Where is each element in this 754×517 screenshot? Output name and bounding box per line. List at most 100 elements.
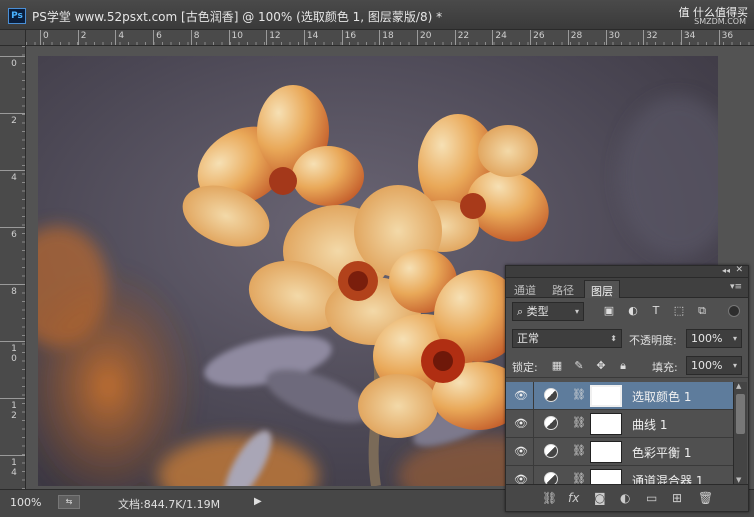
delete-layer-icon[interactable]: 🗑︎ — [698, 491, 713, 505]
layers-panel: ◂◂ ✕ 通道 路径 图层 ▾≡ ⌕ 类型 ▾ ▣ ◐ T ⬚ ⧉ 正常 ⬍ 不… — [505, 265, 749, 512]
layer-name[interactable]: 选取颜色 1 — [632, 388, 691, 405]
chevron-down-icon: ▾ — [732, 334, 737, 343]
ruler-major-tick — [492, 30, 494, 45]
lock-move-icon[interactable]: ✥ — [594, 359, 608, 373]
ruler-label: 8 — [193, 31, 200, 41]
status-menu-arrow-icon[interactable]: ▶ — [254, 496, 262, 507]
type-filter-icon[interactable]: T — [649, 304, 663, 318]
layer-name[interactable]: 色彩平衡 1 — [632, 444, 691, 461]
layer-row-color-balance[interactable]: 👁︎ ⛓︎ 色彩平衡 1 — [506, 438, 734, 466]
adjustment-filter-icon[interactable]: ◐ — [626, 304, 640, 318]
ruler-major-tick — [228, 30, 230, 45]
scroll-down-icon[interactable]: ▼ — [736, 476, 741, 484]
ruler-major-tick — [718, 30, 720, 45]
watermark-url: SMZDM.COM — [694, 17, 746, 26]
ruler-label: 22 — [457, 31, 470, 41]
opacity-value: 100% — [691, 332, 723, 345]
adjustment-layer-icon — [544, 416, 558, 430]
ruler-major-tick — [0, 170, 25, 171]
ruler-major-tick — [643, 30, 645, 45]
new-layer-icon[interactable]: ⊞ — [672, 491, 682, 505]
panel-menu-icon[interactable]: ▾≡ — [730, 282, 742, 292]
opacity-field[interactable]: 100% ▾ — [686, 329, 742, 348]
ruler-major-tick — [0, 56, 25, 57]
lock-transparency-icon[interactable]: ▦ — [550, 359, 564, 373]
blend-row: 正常 ⬍ 不透明度: 100% ▾ — [506, 327, 748, 351]
fill-field[interactable]: 100% ▾ — [686, 356, 742, 375]
tab-layers[interactable]: 图层 — [584, 280, 620, 298]
ruler-major-tick — [0, 113, 25, 114]
tab-paths[interactable]: 路径 — [546, 280, 580, 298]
search-icon: ⌕ — [517, 305, 527, 318]
blend-mode-select[interactable]: 正常 ⬍ — [512, 329, 622, 348]
ruler-label: 20 — [420, 31, 432, 41]
ruler-major-tick — [0, 398, 25, 399]
ruler-label: 34 — [683, 31, 696, 41]
eye-icon[interactable]: 👁︎ — [514, 417, 528, 430]
layer-row-selective-color[interactable]: 👁︎ ⛓︎ 选取颜色 1 — [506, 382, 734, 410]
chevron-down-icon: ▾ — [732, 361, 737, 370]
ruler-label: 10 — [231, 31, 243, 41]
layer-mask-thumbnail[interactable] — [590, 413, 622, 435]
link-chain-icon[interactable]: ⛓︎ — [572, 444, 586, 457]
link-chain-icon[interactable]: ⛓︎ — [572, 388, 586, 401]
ruler-label: 36 — [721, 31, 734, 41]
ruler-origin[interactable] — [0, 30, 26, 46]
ruler-label: 4 — [118, 31, 125, 41]
ruler-label: 16 — [344, 31, 357, 41]
document-size: 文档:844.7K/1.19M — [118, 498, 221, 511]
ruler-label: 10 — [11, 344, 17, 364]
layer-mask-thumbnail[interactable] — [590, 441, 622, 463]
fill-value: 100% — [691, 359, 723, 372]
new-adjustment-icon[interactable]: ◐ — [620, 491, 630, 505]
filter-kind-select[interactable]: ⌕ 类型 ▾ — [512, 302, 584, 321]
document-tab-title[interactable]: PS学堂 www.52psxt.com [古色润香] @ 100% (选取颜色 … — [32, 8, 442, 25]
layer-style-fx-icon[interactable]: fx — [568, 491, 579, 505]
link-layers-icon[interactable]: ⛓︎ — [542, 491, 557, 505]
zoom-level[interactable]: 100% — [10, 496, 41, 509]
layer-name[interactable]: 曲线 1 — [632, 416, 667, 433]
pixel-filter-icon[interactable]: ▣ — [602, 304, 616, 318]
status-preview-icon[interactable]: ⇆ — [58, 495, 80, 509]
title-bar: Ps PS学堂 www.52psxt.com [古色润香] @ 100% (选取… — [0, 0, 754, 30]
layer-row-curves[interactable]: 👁︎ ⛓︎ 曲线 1 — [506, 410, 734, 438]
blend-mode-value: 正常 — [517, 332, 539, 345]
filter-toggle-switch[interactable] — [728, 305, 740, 317]
layer-filter-row: ⌕ 类型 ▾ ▣ ◐ T ⬚ ⧉ — [506, 299, 748, 325]
ruler-major-tick — [153, 30, 155, 45]
ruler-major-tick — [77, 30, 79, 45]
ruler-label: 18 — [382, 31, 394, 41]
eye-icon[interactable]: 👁︎ — [514, 445, 528, 458]
ruler-major-tick — [0, 227, 25, 228]
layers-panel-footer: ⛓︎ fx ◙ ◐ ▭ ⊞ 🗑︎ — [506, 484, 748, 511]
shape-filter-icon[interactable]: ⬚ — [672, 304, 686, 318]
smart-object-filter-icon[interactable]: ⧉ — [695, 304, 709, 318]
tab-channels[interactable]: 通道 — [508, 280, 542, 298]
filter-kind-value: 类型 — [526, 305, 549, 318]
eye-icon[interactable]: 👁︎ — [514, 389, 528, 402]
panel-collapse-icon[interactable]: ◂◂ — [722, 266, 730, 275]
new-group-icon[interactable]: ▭ — [646, 491, 657, 505]
horizontal-ruler[interactable]: 0 2 4 6 8 10 12 14 16 18 20 22 24 26 28 30 32 34 36 — [26, 30, 754, 46]
lock-row: 锁定: ▦ ✎ ✥ 🔒︎ 填充: 100% ▾ — [506, 354, 748, 378]
ruler-label: 6 — [11, 230, 17, 240]
ruler-major-tick — [115, 30, 117, 45]
scroll-thumb[interactable] — [736, 394, 745, 434]
panel-header-bar[interactable]: ◂◂ ✕ — [506, 266, 748, 278]
eye-cell: 👁︎ — [506, 438, 534, 466]
ruler-label: 12 — [11, 401, 17, 421]
eye-cell: 👁︎ — [506, 410, 534, 438]
panel-close-icon[interactable]: ✕ — [735, 266, 743, 275]
lock-all-icon[interactable]: 🔒︎ — [616, 359, 630, 373]
link-chain-icon[interactable]: ⛓︎ — [572, 416, 586, 429]
vertical-ruler[interactable]: 0 2 4 6 8 10 12 14 — [0, 46, 26, 489]
add-mask-icon[interactable]: ◙ — [594, 491, 606, 505]
scroll-up-icon[interactable]: ▲ — [736, 382, 741, 390]
lock-brush-icon[interactable]: ✎ — [572, 359, 586, 373]
layer-mask-thumbnail[interactable] — [590, 385, 622, 407]
chevron-updown-icon: ⬍ — [610, 334, 617, 343]
layers-scrollbar[interactable]: ▲ ▼ — [733, 382, 747, 484]
panel-tabs: 通道 路径 图层 ▾≡ — [506, 278, 748, 298]
ruler-major-tick — [567, 30, 569, 45]
ruler-label: 12 — [269, 31, 281, 41]
